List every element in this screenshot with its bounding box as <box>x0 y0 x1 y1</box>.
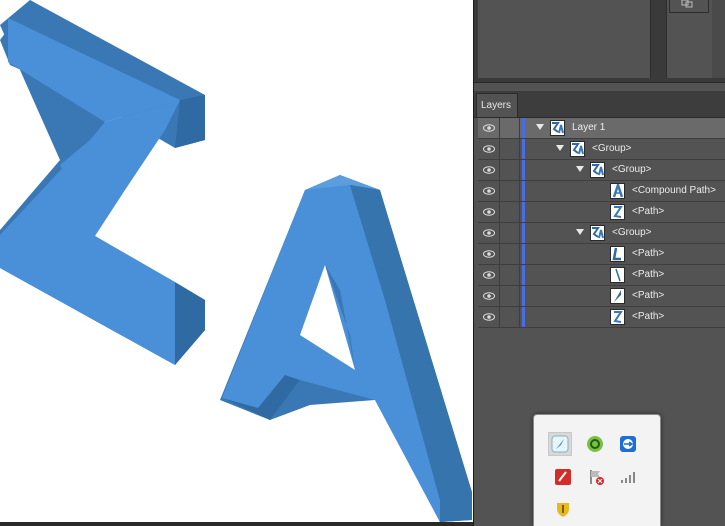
lock-toggle[interactable] <box>500 286 520 306</box>
visibility-eye-icon[interactable] <box>478 118 500 138</box>
shield-icon[interactable] <box>551 497 575 521</box>
tab-layers[interactable]: Layers <box>476 93 518 117</box>
za-icon <box>570 141 585 157</box>
path-leaf-icon <box>610 288 625 304</box>
visibility-eye-icon[interactable] <box>478 307 500 327</box>
lock-toggle[interactable] <box>500 139 520 159</box>
dock-scroll-column <box>712 0 725 78</box>
lock-toggle[interactable] <box>500 118 520 138</box>
path-l-icon <box>610 246 625 262</box>
layer-color-bar <box>522 118 525 138</box>
lock-toggle[interactable] <box>500 265 520 285</box>
artboard-canvas[interactable] <box>0 0 474 526</box>
visibility-eye-icon[interactable] <box>478 202 500 222</box>
layer-label: <Group> <box>612 227 652 238</box>
layer-label: <Compound Path> <box>632 185 716 196</box>
z-icon <box>610 309 625 325</box>
layer-row[interactable]: <Path> <box>478 244 725 265</box>
layer-label: <Path> <box>632 206 665 217</box>
a-letter[interactable] <box>220 175 472 522</box>
visibility-eye-icon[interactable] <box>478 265 500 285</box>
system-tray-overflow <box>533 414 661 526</box>
visibility-eye-icon[interactable] <box>478 286 500 306</box>
teamviewer-icon[interactable] <box>616 432 640 456</box>
dock-icon-column <box>666 0 713 78</box>
dock-panel-area <box>478 0 651 78</box>
expand-triangle-icon[interactable] <box>576 229 584 235</box>
expand-triangle-icon[interactable] <box>556 145 564 151</box>
visibility-eye-icon[interactable] <box>478 139 500 159</box>
za-artwork[interactable] <box>0 0 474 526</box>
layer-color-bar <box>522 286 525 306</box>
za-icon <box>590 162 605 178</box>
lock-toggle[interactable] <box>500 223 520 243</box>
lock-toggle[interactable] <box>500 244 520 264</box>
layer-row[interactable]: <Path> <box>478 307 725 328</box>
za-icon <box>590 225 605 241</box>
layer-row-top[interactable]: Layer 1 <box>478 118 725 139</box>
expand-triangle-icon[interactable] <box>576 166 584 172</box>
lock-toggle[interactable] <box>500 307 520 327</box>
dock-panel-icon[interactable] <box>680 0 698 10</box>
layer-color-bar <box>522 139 525 159</box>
expand-triangle-icon[interactable] <box>536 124 544 130</box>
layer-color-bar <box>522 307 525 327</box>
adobe-red-icon[interactable] <box>551 465 575 489</box>
layer-row[interactable]: <Path> <box>478 286 725 307</box>
signal-icon[interactable] <box>616 465 640 489</box>
layer-label: <Path> <box>632 269 665 280</box>
sync-icon[interactable] <box>583 432 607 456</box>
layer-color-bar <box>522 244 525 264</box>
visibility-eye-icon[interactable] <box>478 181 500 201</box>
layer-color-bar <box>522 181 525 201</box>
panel-tabbar: Layers <box>474 91 725 118</box>
artboard-bottom-edge <box>0 522 473 526</box>
z-icon <box>610 204 625 220</box>
visibility-eye-icon[interactable] <box>478 244 500 264</box>
layer-color-bar <box>522 160 525 180</box>
layer-label: <Group> <box>612 164 652 175</box>
flag-error-icon[interactable] <box>584 465 608 489</box>
z-letter[interactable] <box>0 0 205 365</box>
layer-label: <Path> <box>632 290 665 301</box>
feather-icon[interactable] <box>548 432 572 456</box>
layer-color-bar <box>522 202 525 222</box>
lock-toggle[interactable] <box>500 160 520 180</box>
dock-divider[interactable] <box>651 0 666 78</box>
layer-color-bar <box>522 265 525 285</box>
layer-label: <Path> <box>632 311 665 322</box>
za-icon <box>550 120 565 136</box>
path-slash-icon <box>610 267 625 283</box>
lock-toggle[interactable] <box>500 202 520 222</box>
layers-list: Layer 1 <Group> <Group> <Compound Path> <Pat… <box>478 118 725 328</box>
visibility-eye-icon[interactable] <box>478 160 500 180</box>
layer-label: Layer 1 <box>572 122 606 133</box>
layer-label: <Path> <box>632 248 665 259</box>
visibility-eye-icon[interactable] <box>478 223 500 243</box>
layer-row[interactable]: <Group> <box>478 160 725 181</box>
layer-row[interactable]: <Group> <box>478 223 725 244</box>
layer-row[interactable]: <Path> <box>478 265 725 286</box>
layer-label: <Group> <box>592 143 632 154</box>
layer-row[interactable]: <Group> <box>478 139 725 160</box>
a-icon <box>610 183 625 199</box>
layer-color-bar <box>522 223 525 243</box>
layer-row[interactable]: <Compound Path> <box>478 181 725 202</box>
layer-row[interactable]: <Path> <box>478 202 725 223</box>
lock-toggle[interactable] <box>500 181 520 201</box>
